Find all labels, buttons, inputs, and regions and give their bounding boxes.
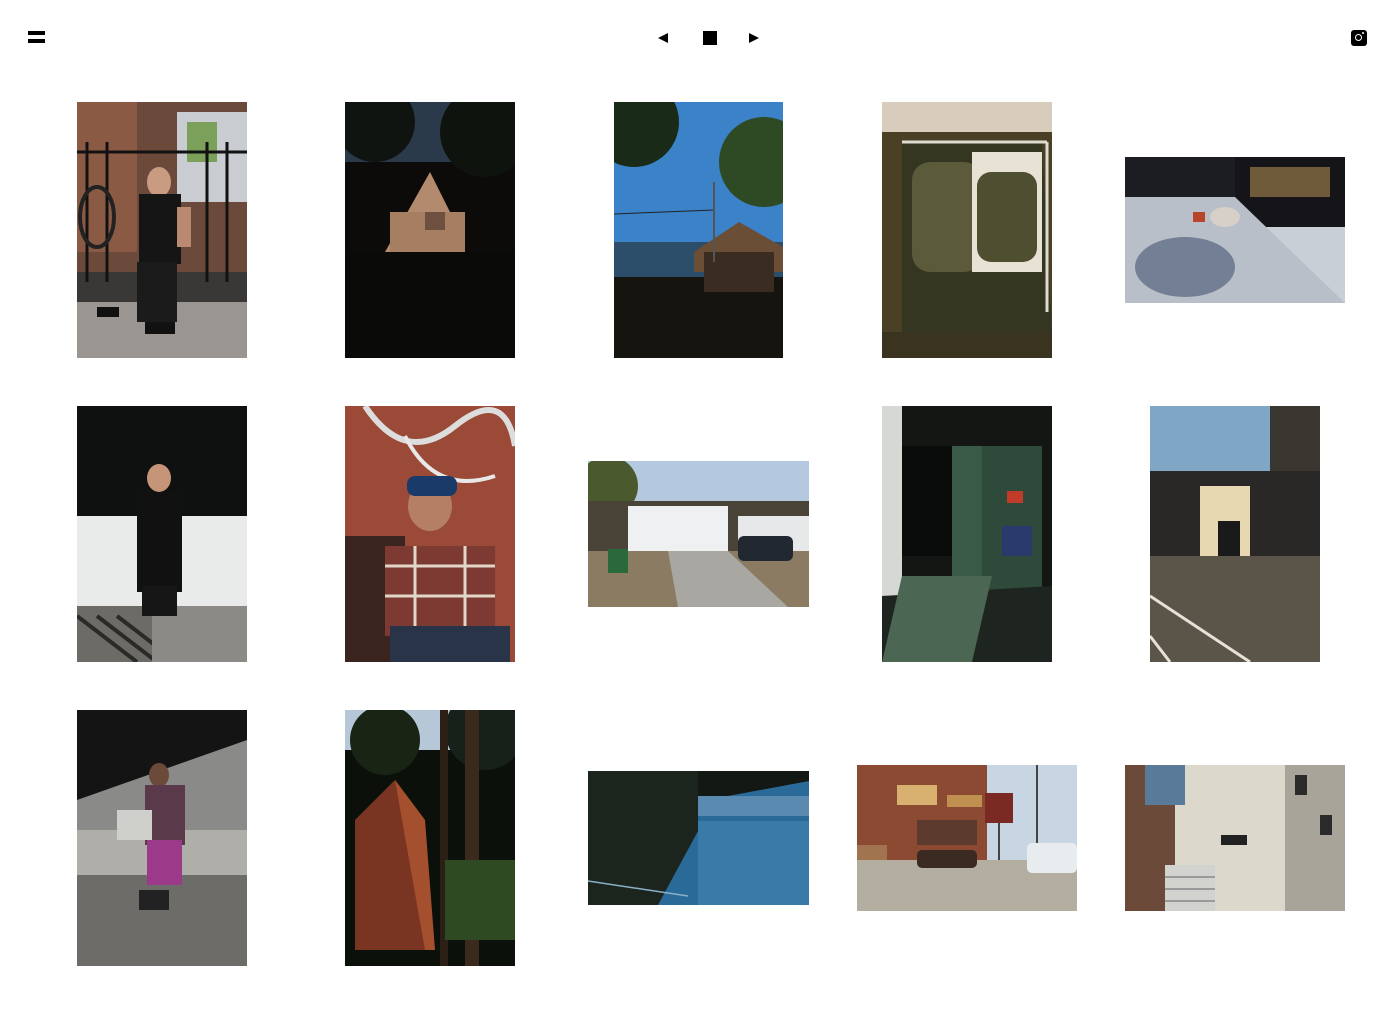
gallery-photo-2[interactable] [345, 102, 515, 358]
next-arrow-icon[interactable] [745, 29, 763, 47]
gallery-photo-15[interactable] [1125, 765, 1345, 911]
gallery-photo-6[interactable] [77, 406, 247, 662]
hamburger-menu-icon[interactable] [28, 31, 45, 45]
gallery-photo-8[interactable] [588, 461, 809, 607]
gallery-photo-4[interactable] [882, 102, 1052, 358]
instagram-icon[interactable] [1351, 30, 1367, 46]
gallery-photo-12[interactable] [345, 710, 515, 966]
gallery-photo-3[interactable] [614, 102, 783, 358]
stop-square-icon[interactable] [701, 29, 719, 47]
gallery-photo-5[interactable] [1125, 157, 1345, 303]
site-header [0, 0, 1398, 76]
gallery-photo-11[interactable] [77, 710, 247, 966]
gallery-photo-1[interactable] [77, 102, 247, 358]
previous-arrow-icon[interactable] [655, 29, 673, 47]
gallery-photo-7[interactable] [345, 406, 515, 662]
gallery-photo-10[interactable] [1150, 406, 1320, 662]
gallery-photo-14[interactable] [857, 765, 1077, 911]
gallery-photo-13[interactable] [588, 771, 809, 905]
gallery-photo-9[interactable] [882, 406, 1052, 662]
